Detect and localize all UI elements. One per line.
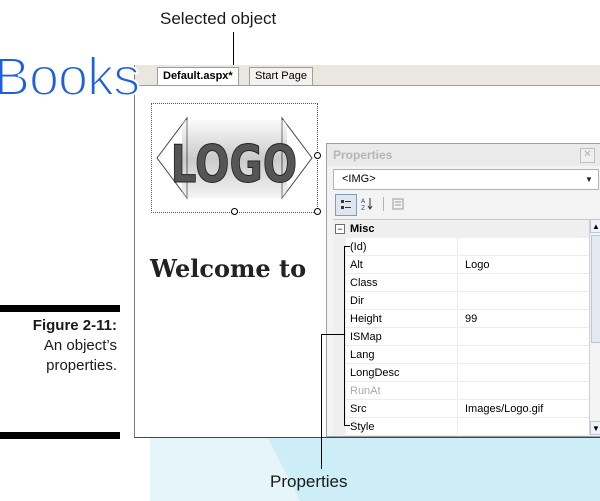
caption-top-rule — [0, 305, 120, 312]
selected-object-callout: Selected object — [160, 9, 277, 28]
watermark-text: Books — [0, 46, 141, 108]
svg-text:Z: Z — [361, 205, 365, 211]
scroll-thumb[interactable] — [591, 235, 600, 343]
caption-bottom-rule — [0, 432, 120, 439]
properties-bracket-arm — [321, 334, 344, 335]
property-row-longdesc[interactable]: LongDesc — [333, 364, 589, 382]
logo-image[interactable]: LOGO — [151, 103, 321, 215]
property-value[interactable] — [459, 364, 589, 382]
property-value[interactable]: 99 — [459, 310, 589, 328]
vertical-scrollbar[interactable]: ▲ ▼ — [589, 219, 600, 435]
property-row-runat: RunAt — [333, 382, 589, 400]
resize-handle-bottom-right[interactable] — [314, 208, 321, 215]
property-name: Height — [346, 310, 458, 328]
resize-handle-bottom[interactable] — [231, 208, 238, 215]
category-label: Misc — [350, 223, 375, 235]
property-value — [459, 382, 589, 400]
property-value[interactable] — [459, 292, 589, 310]
property-row-height[interactable]: Height 99 — [333, 310, 589, 328]
figure-caption: Figure 2-11: An object’s properties. — [0, 316, 117, 376]
property-grid: − Misc (Id) Alt Logo Class Dir Height 99 I… — [333, 219, 589, 436]
properties-bracket — [344, 246, 345, 426]
property-value[interactable] — [459, 274, 589, 292]
object-selector-dropdown[interactable]: <IMG> ▼ — [333, 169, 599, 190]
close-icon[interactable]: ✕ — [580, 148, 595, 163]
property-name: (Id) — [346, 238, 458, 256]
property-name: Src — [346, 400, 458, 418]
scroll-up-icon[interactable]: ▲ — [590, 219, 600, 233]
alphabetical-icon[interactable]: AZ — [358, 194, 378, 214]
property-name: RunAt — [346, 382, 458, 400]
property-value[interactable] — [459, 238, 589, 256]
properties-callout: Properties — [270, 472, 348, 491]
property-row-class[interactable]: Class — [333, 274, 589, 292]
property-value[interactable]: Logo — [459, 256, 589, 274]
property-row-ismap[interactable]: ISMap — [333, 328, 589, 346]
logo-graphic: LOGO — [156, 116, 313, 200]
resize-handle-right[interactable] — [314, 152, 321, 159]
figure-caption-line1: An object’s — [43, 337, 117, 354]
property-name: ISMap — [346, 328, 458, 346]
properties-leader — [321, 334, 322, 469]
scroll-down-icon[interactable]: ▼ — [590, 421, 600, 435]
property-name: Dir — [346, 292, 458, 310]
property-value[interactable] — [459, 418, 589, 436]
property-name: Alt — [346, 256, 458, 274]
welcome-heading: Welcome to — [150, 254, 307, 283]
category-row-misc[interactable]: − Misc — [333, 220, 589, 238]
tab-default-aspx[interactable]: Default.aspx* — [157, 67, 239, 85]
property-row-src[interactable]: Src Images/Logo.gif — [333, 400, 589, 418]
property-name: Class — [346, 274, 458, 292]
figure-number: Figure 2-11: — [32, 317, 117, 334]
property-row-dir[interactable]: Dir — [333, 292, 589, 310]
object-selector-value: <IMG> — [342, 173, 376, 185]
chevron-down-icon[interactable]: ▼ — [582, 170, 596, 189]
collapse-icon[interactable]: − — [335, 224, 345, 234]
properties-window: Properties ✕ <IMG> ▼ AZ − Misc (Id) Alt L… — [326, 143, 600, 437]
properties-title: Properties — [333, 148, 393, 162]
properties-title-bar: Properties ✕ — [327, 144, 600, 166]
property-row-style[interactable]: Style — [333, 418, 589, 436]
document-tab-strip: Default.aspx* Start Page — [135, 65, 600, 86]
property-name: Style — [346, 418, 458, 436]
property-row-id[interactable]: (Id) — [333, 238, 589, 256]
categorized-icon[interactable] — [335, 194, 357, 216]
property-name: Lang — [346, 346, 458, 364]
properties-toolbar: AZ — [333, 193, 597, 216]
property-row-lang[interactable]: Lang — [333, 346, 589, 364]
properties-bracket-top — [344, 246, 350, 247]
figure-caption-line2: properties. — [46, 357, 117, 374]
property-value[interactable] — [459, 328, 589, 346]
toolbar-separator — [383, 197, 384, 211]
property-value[interactable]: Images/Logo.gif — [459, 400, 589, 418]
property-name: LongDesc — [346, 364, 458, 382]
property-value[interactable] — [459, 346, 589, 364]
property-row-alt[interactable]: Alt Logo — [333, 256, 589, 274]
tab-start-page[interactable]: Start Page — [249, 67, 313, 85]
properties-bracket-bottom — [344, 425, 350, 426]
svg-text:A: A — [361, 198, 366, 205]
logo-text: LOGO — [171, 134, 298, 194]
property-pages-icon[interactable] — [388, 194, 408, 214]
